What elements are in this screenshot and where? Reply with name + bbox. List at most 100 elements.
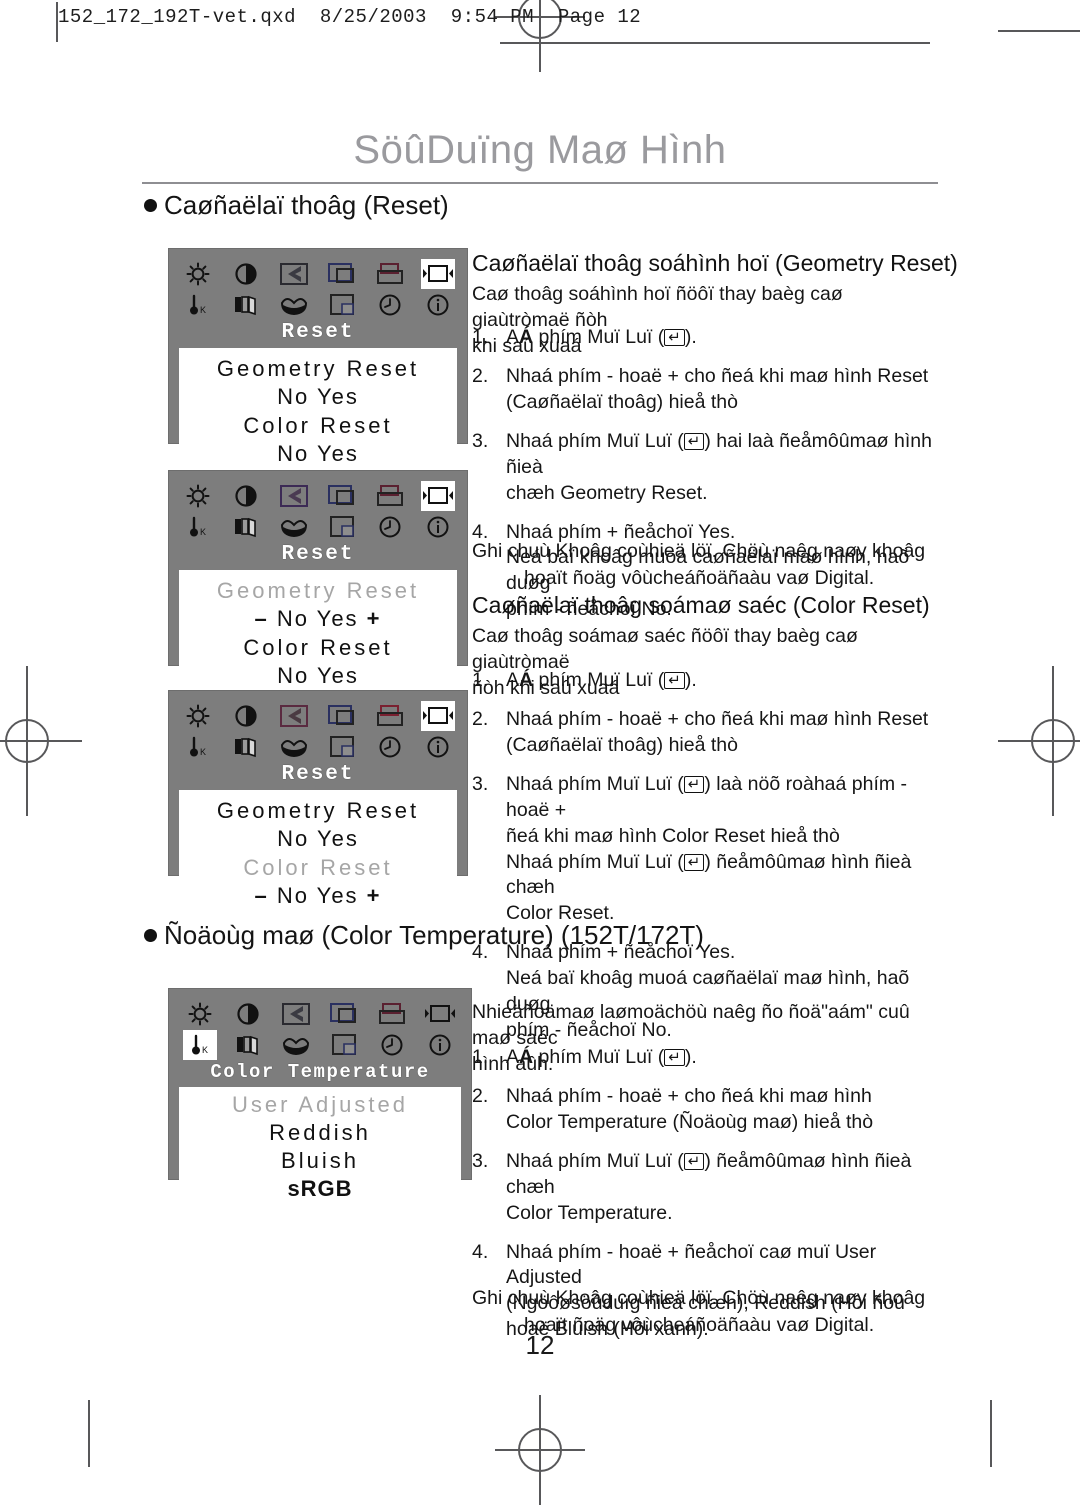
step-item: 3. Nhaá phím Muï Luï (↵) ñeåmôûmaø hình … xyxy=(472,1149,952,1227)
step-text: AÁ phím Muï Luï (↵). xyxy=(506,669,697,691)
information-icon xyxy=(421,512,455,542)
step-line: Nhaá phím - hoaë + cho ñeá khi maø hình … xyxy=(506,707,929,730)
step-text: Nhaá phím Muï Luï (↵) hai laà ñeåmôûmaø … xyxy=(506,429,952,507)
hue-icon xyxy=(277,732,311,762)
osd-item-options-label: No Yes xyxy=(276,882,359,908)
osd-item-label: Geometry Reset xyxy=(216,798,420,823)
reset-icon xyxy=(421,701,455,731)
minus-indicator-icon: – xyxy=(254,606,277,632)
reset-icon xyxy=(421,481,455,511)
color-balance-icon xyxy=(229,732,263,762)
osd-item-options: No Yes xyxy=(277,826,359,852)
geometry-reset-note: Ghi chuù Khoâg coùhieä löï. Chöù naêg na… xyxy=(472,538,952,593)
brightness-icon xyxy=(181,259,215,289)
color-temperature-icon: K xyxy=(181,732,215,762)
information-icon xyxy=(423,1030,457,1060)
reset-icon xyxy=(423,999,457,1029)
osd-panel: Geometry Reset No Yes Color Reset – No Y… xyxy=(179,790,457,920)
osd-item-label: Color Reset xyxy=(243,634,393,660)
osd-icon-row-1 xyxy=(181,701,455,731)
osd-icon-grid: K xyxy=(179,701,457,762)
osd-title: Reset xyxy=(281,543,355,566)
step-text: AÁ phím Muï Luï (↵). xyxy=(506,1046,697,1068)
page-title: SöûDuïng Maø Hình xyxy=(353,128,727,172)
bullet-dot-icon xyxy=(144,199,157,212)
osd-icon-row-2: K xyxy=(181,732,455,762)
step-line: Nhaá phím - hoaë + cho ñeá khi maø hình xyxy=(506,1084,872,1107)
pincushion-icon xyxy=(325,259,359,289)
step-line: Nhaá phím Muï Luï (↵) hai laà ñeåmôûmaø … xyxy=(506,429,932,478)
step-line: Nhaá phím - hoaë + ñeåchoï caø muï User … xyxy=(506,1240,877,1289)
enter-key-icon: ↵ xyxy=(664,672,685,689)
plus-indicator-icon: + xyxy=(358,882,382,908)
position-icon xyxy=(375,999,409,1029)
pincushion-icon xyxy=(325,701,359,731)
osd-title: Reset xyxy=(281,763,355,786)
step-item: 3. Nhaá phím Muï Luï (↵) laà nöõ roàhaá … xyxy=(472,772,952,928)
osd-option-reddish: Reddish xyxy=(269,1120,371,1146)
svg-text:K: K xyxy=(200,527,206,537)
contrast-icon xyxy=(229,701,263,731)
step-line: chæh Geometry Reset. xyxy=(506,481,708,504)
trapezoid-icon xyxy=(277,481,311,511)
step-line: Nhaá phím Muï Luï (↵) ñeåmôûmaø hình ñie… xyxy=(506,850,912,899)
osd-icon-grid: K xyxy=(179,999,461,1060)
step-text: AÁ phím Muï Luï (↵). xyxy=(506,326,697,348)
hue-icon xyxy=(279,1030,313,1060)
osd-item-options-label: No Yes xyxy=(276,606,359,632)
step-line: ñeá khi maø hình Color Reset hieå thò xyxy=(506,824,840,847)
step-number: 2. xyxy=(472,707,489,730)
osd-option-user-adjusted: User Adjusted xyxy=(232,1092,408,1117)
color-temperature-icon: K xyxy=(181,290,215,320)
contrast-icon xyxy=(231,999,265,1029)
step-number: 1. xyxy=(472,1046,489,1068)
pincushion-icon xyxy=(327,999,361,1029)
osd-icon-row-2: K xyxy=(183,1030,457,1060)
step-item: 3. Nhaá phím Muï Luï (↵) hai laà ñeåmôûm… xyxy=(472,429,952,507)
title-underline xyxy=(142,182,938,184)
step-number: 3. xyxy=(472,772,489,795)
step-number: 2. xyxy=(472,364,489,387)
brightness-icon xyxy=(181,701,215,731)
osd-icon-row-1 xyxy=(183,999,457,1029)
osd-icon-grid: K xyxy=(179,259,457,320)
brightness-icon xyxy=(181,481,215,511)
step-line: (Caøñaëlaï thoâg) hieå thò xyxy=(506,733,738,756)
osd-screenshot-reset-1: K Reset Geometry Reset No Yes Color Rese… xyxy=(168,248,468,478)
step-item: 2. Nhaá phím - hoaë + cho ñeá khi maø hì… xyxy=(472,1084,952,1136)
color-temperature-icon: K xyxy=(183,1030,217,1060)
enter-key-icon: ↵ xyxy=(683,775,705,793)
information-icon xyxy=(421,732,455,762)
trapezoid-icon xyxy=(277,259,311,289)
section-heading-reset-label: Caøñaëlaï thoâg (Reset) xyxy=(164,190,449,220)
timer-icon xyxy=(373,732,407,762)
osd-title: Color Temperature xyxy=(210,1061,430,1083)
trapezoid-icon xyxy=(277,701,311,731)
osd-icon-row-1 xyxy=(181,481,455,511)
color-balance-icon xyxy=(229,512,263,542)
osd-icon-row-2: K xyxy=(181,290,455,320)
step-item: 1. AÁ phím Muï Luï (↵). xyxy=(472,668,952,694)
step-text: Nhaá phím - hoaë + cho ñeá khi maø hình … xyxy=(506,1084,952,1136)
osd-screenshot-reset-2: K Reset Geometry Reset – No Yes + Color … xyxy=(168,470,468,700)
osd-position-icon xyxy=(325,512,359,542)
trapezoid-icon xyxy=(279,999,313,1029)
step-line: Color Reset. xyxy=(506,902,615,925)
enter-key-icon: ↵ xyxy=(683,853,705,871)
step-text: Nhaá phím - hoaë + cho ñeá khi maø hình … xyxy=(506,364,952,416)
osd-position-icon xyxy=(327,1030,361,1060)
color-reset-heading: Caøñaëlaï thoâg soámaø saéc (Color Reset… xyxy=(472,592,930,618)
hue-icon xyxy=(277,290,311,320)
step-line: Color Temperature (Ñoäoùg maø) hieå thò xyxy=(506,1110,874,1133)
reset-icon xyxy=(421,259,455,289)
osd-icon-grid: K xyxy=(179,481,457,542)
step-line: Nhaá phím - hoaë + cho ñeá khi maø hình … xyxy=(506,364,929,387)
step-item: 2. Nhaá phím - hoaë + cho ñeá khi maø hì… xyxy=(472,707,952,759)
note-line-1: Ghi chuù Khoâg coùhieä löï. Chöù naêg na… xyxy=(472,540,926,562)
step-number: 3. xyxy=(472,429,489,452)
step-line: Color Temperature. xyxy=(506,1201,673,1224)
section-heading-reset: Caøñaëlaï thoâg (Reset) xyxy=(144,190,449,221)
plus-indicator-icon: + xyxy=(358,606,382,632)
position-icon xyxy=(373,259,407,289)
pincushion-icon xyxy=(325,481,359,511)
